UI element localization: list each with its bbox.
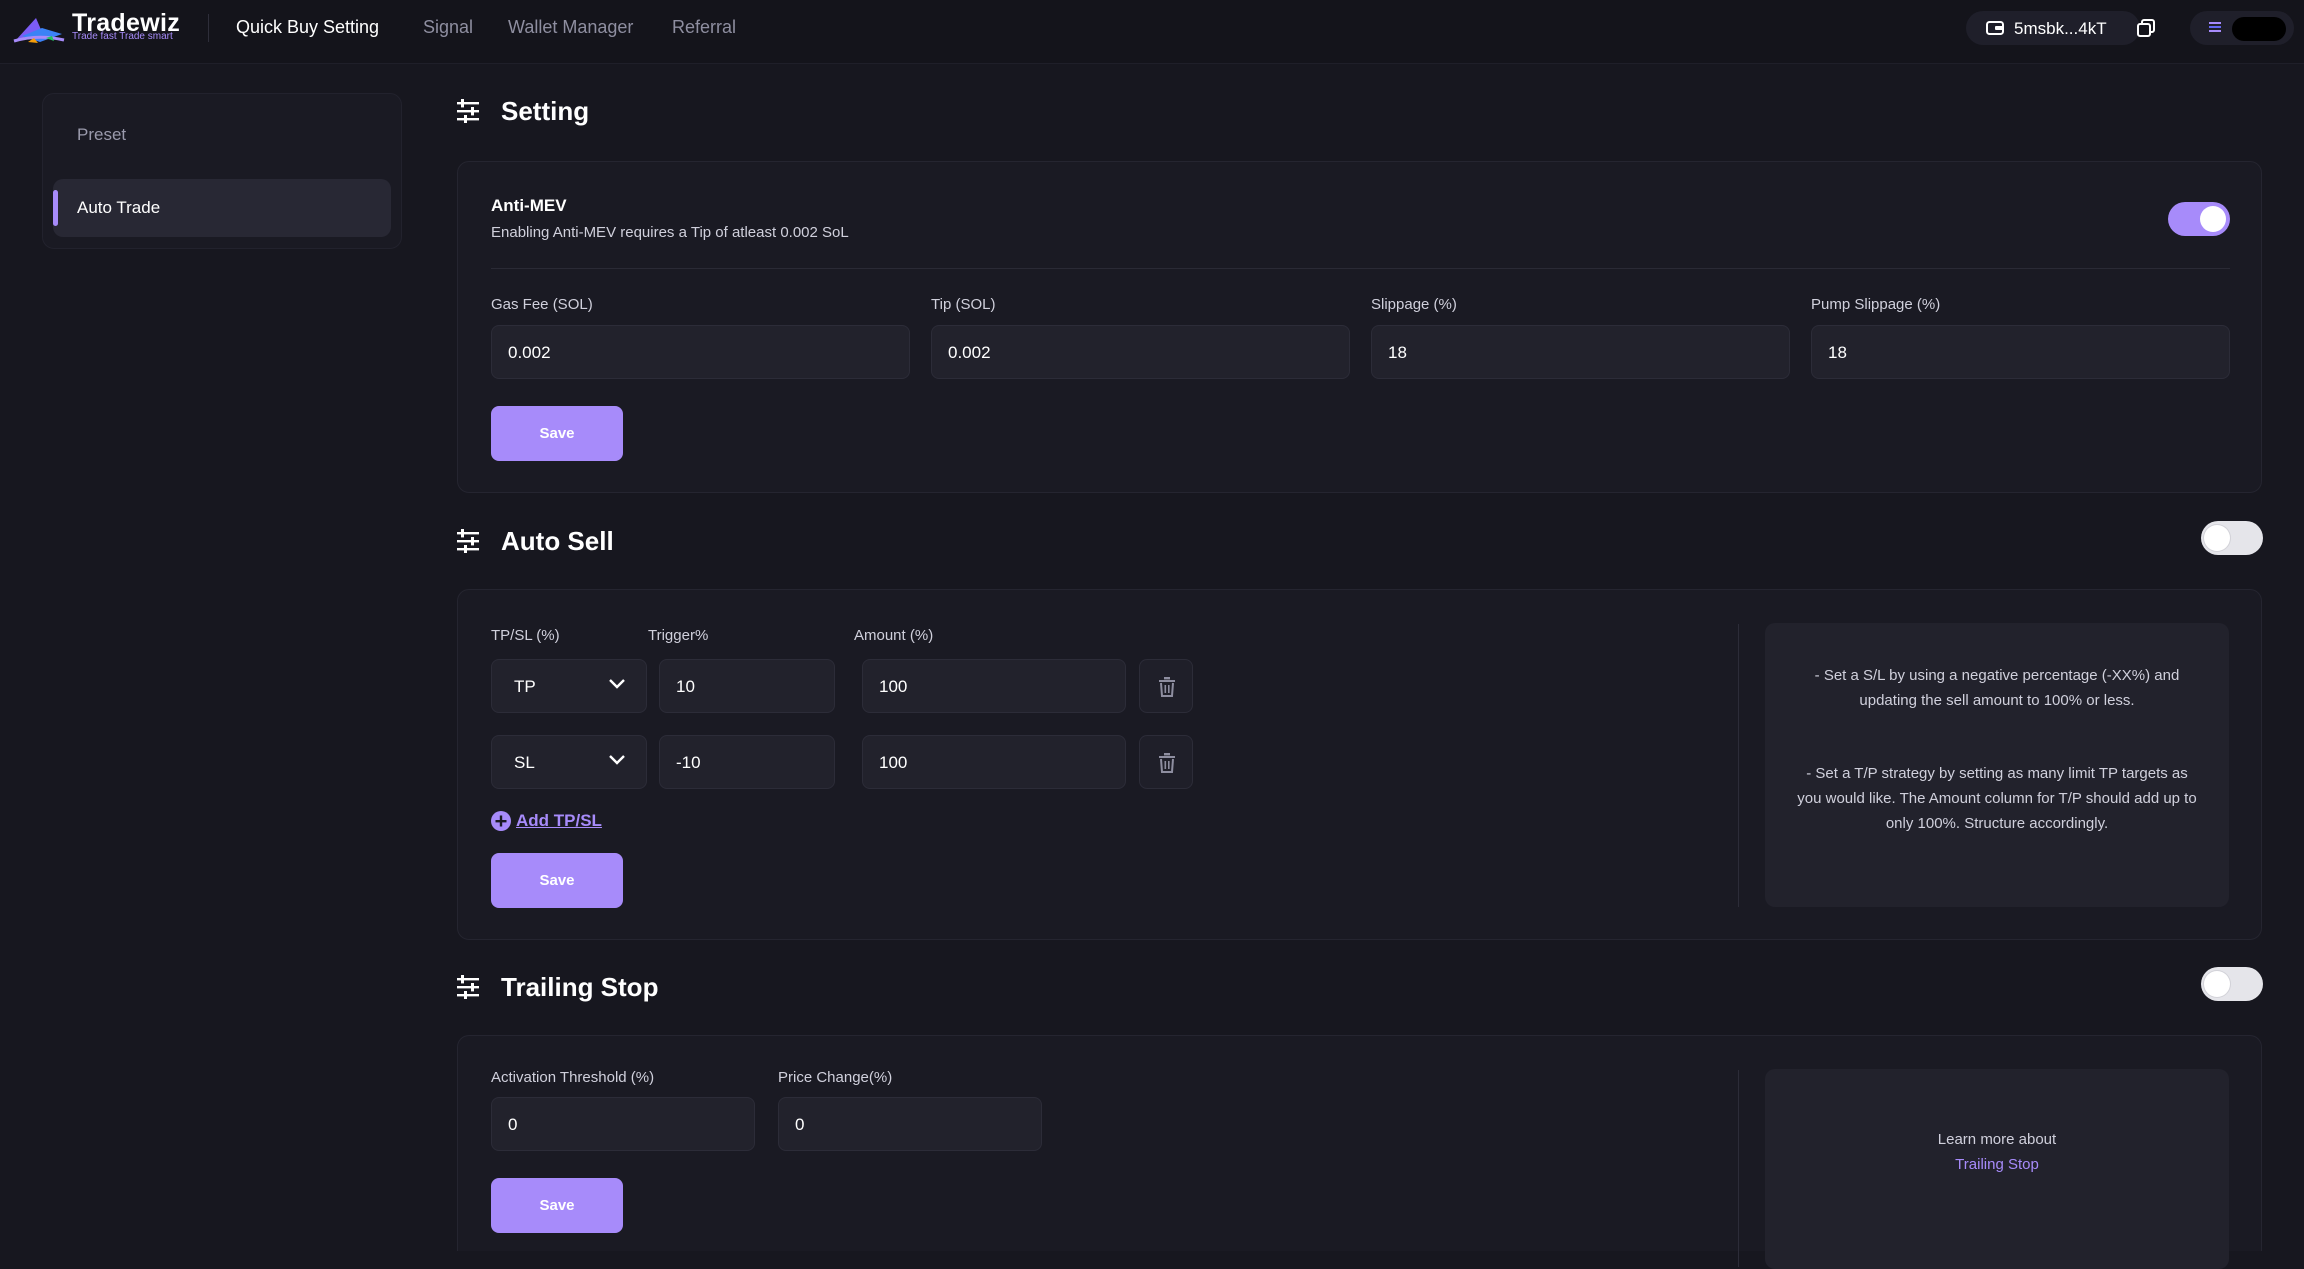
trailing-stop-toggle[interactable] xyxy=(2201,967,2263,1001)
sliders-icon xyxy=(457,975,479,999)
tpsl-header: TP/SL (%) xyxy=(491,627,560,644)
sidebar-item-preset[interactable]: Preset xyxy=(53,106,391,164)
menu-icon xyxy=(2209,22,2221,32)
tpsl-select[interactable]: SL xyxy=(491,735,647,789)
auto-sell-toggle[interactable] xyxy=(2201,521,2263,555)
add-tpsl-label: Add TP/SL xyxy=(516,811,602,830)
plus-circle-icon xyxy=(491,811,511,831)
tip-input[interactable]: 0.002 xyxy=(931,325,1350,379)
nav-referral[interactable]: Referral xyxy=(672,17,736,38)
amount-input[interactable]: 100 xyxy=(862,659,1126,713)
sidebar-item-label: Preset xyxy=(77,125,127,144)
tpsl-select-value: TP xyxy=(514,677,536,696)
tpsl-select-value: SL xyxy=(514,753,535,772)
avatar xyxy=(2232,17,2286,41)
user-menu[interactable] xyxy=(2190,11,2294,45)
trailing-stop-title: Trailing Stop xyxy=(501,972,659,1002)
pump-slippage-label: Pump Slippage (%) xyxy=(1811,296,1941,313)
toggle-knob xyxy=(2200,206,2226,232)
anti-mev-title: Anti-MEV xyxy=(491,196,567,215)
slippage-label: Slippage (%) xyxy=(1371,296,1457,313)
activation-threshold-label: Activation Threshold (%) xyxy=(491,1069,655,1086)
price-change-label: Price Change(%) xyxy=(778,1069,893,1086)
sidebar-item-auto-trade[interactable]: Auto Trade xyxy=(53,179,391,237)
auto-sell-save-button[interactable]: Save xyxy=(491,853,623,908)
price-change-input[interactable]: 0 xyxy=(778,1097,1042,1151)
gas-fee-input[interactable]: 0.002 xyxy=(491,325,910,379)
trailing-stop-card: Activation Threshold (%) 0 Price Change(… xyxy=(457,1035,2262,1269)
tpsl-select[interactable]: TP xyxy=(491,659,647,713)
trailing-stop-info-box: Learn more about Trailing Stop xyxy=(1765,1069,2229,1269)
toggle-knob xyxy=(2204,971,2230,997)
amount-input[interactable]: 100 xyxy=(862,735,1126,789)
anti-mev-toggle[interactable] xyxy=(2168,202,2230,236)
sidebar-item-label: Auto Trade xyxy=(77,198,161,217)
activation-threshold-input[interactable]: 0 xyxy=(491,1097,755,1151)
auto-sell-title: Auto Sell xyxy=(501,526,614,556)
trigger-input[interactable]: 10 xyxy=(659,659,835,713)
auto-sell-info-box: - Set a S/L by using a negative percenta… xyxy=(1765,623,2229,907)
tip-label: Tip (SOL) xyxy=(931,296,996,313)
copy-icon[interactable] xyxy=(2137,19,2155,37)
sliders-icon xyxy=(457,529,479,553)
chevron-down-icon xyxy=(609,679,625,689)
wallet-address: 5msbk...4kT xyxy=(2014,19,2107,38)
setting-title: Setting xyxy=(501,96,590,126)
divider xyxy=(491,268,2230,269)
trailing-stop-learn-link[interactable]: Trailing Stop xyxy=(1795,1152,2199,1177)
info-take-profit: - Set a T/P strategy by setting as many … xyxy=(1797,765,2197,832)
delete-row-button[interactable] xyxy=(1139,659,1193,713)
pump-slippage-input[interactable]: 18 xyxy=(1811,325,2230,379)
auto-sell-card: TP/SL (%) Trigger% Amount (%) TP 10 100 … xyxy=(457,589,2262,940)
info-stop-loss: - Set a S/L by using a negative percenta… xyxy=(1814,667,2180,709)
trigger-header: Trigger% xyxy=(648,627,709,644)
wallet-icon xyxy=(1986,21,2004,35)
amount-header: Amount (%) xyxy=(854,627,934,644)
top-nav-bar: Tradewiz Trade fast Trade smart Quick Bu… xyxy=(0,0,2304,64)
chevron-down-icon xyxy=(609,755,625,765)
nav-wallet-manager[interactable]: Wallet Manager xyxy=(508,17,633,38)
trailing-stop-save-button[interactable]: Save xyxy=(491,1178,623,1233)
learn-more-text: Learn more about xyxy=(1937,1131,2057,1148)
nav-quick-buy-setting[interactable]: Quick Buy Setting xyxy=(236,17,379,38)
trigger-input[interactable]: -10 xyxy=(659,735,835,789)
sidebar: Preset Auto Trade xyxy=(42,93,402,249)
delete-row-button[interactable] xyxy=(1139,735,1193,789)
toggle-knob xyxy=(2204,525,2230,551)
slippage-input[interactable]: 18 xyxy=(1371,325,1790,379)
vertical-divider xyxy=(1738,624,1739,907)
nav-signal[interactable]: Signal xyxy=(423,17,473,38)
sliders-icon xyxy=(457,99,479,123)
brand-logo[interactable]: Tradewiz Trade fast Trade smart xyxy=(12,9,182,46)
nav-divider xyxy=(208,14,209,42)
wizard-hat-logo-icon xyxy=(13,18,65,43)
brand-tagline: Trade fast Trade smart xyxy=(72,31,173,42)
anti-mev-description: Enabling Anti-MEV requires a Tip of atle… xyxy=(491,224,849,241)
vertical-divider xyxy=(1738,1070,1739,1267)
trash-icon xyxy=(1159,753,1175,773)
active-indicator xyxy=(53,190,58,226)
wallet-selector[interactable]: 5msbk...4kT xyxy=(1966,11,2140,45)
setting-card: Anti-MEV Enabling Anti-MEV requires a Ti… xyxy=(457,161,2262,493)
gas-fee-label: Gas Fee (SOL) xyxy=(491,296,593,313)
setting-save-button[interactable]: Save xyxy=(491,406,623,461)
trash-icon xyxy=(1159,677,1175,697)
